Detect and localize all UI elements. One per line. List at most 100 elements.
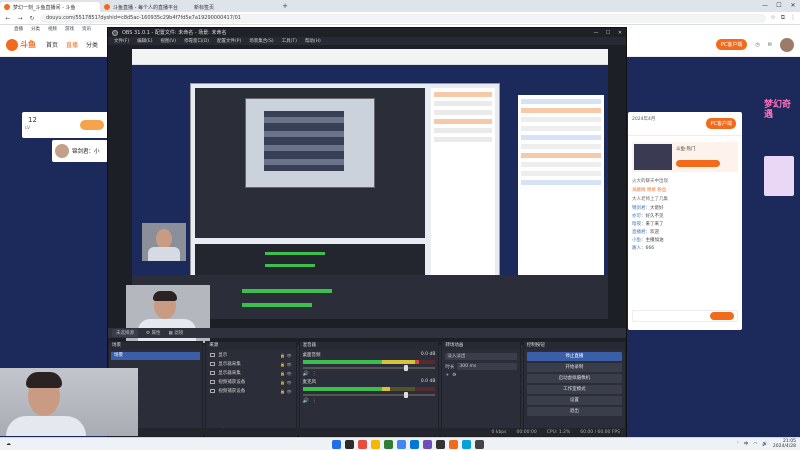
- mixer-volume-slider[interactable]: [302, 365, 436, 371]
- taskbar-app-icon[interactable]: [436, 440, 445, 449]
- more-icon[interactable]: ⋮: [312, 398, 317, 404]
- transition-duration-input[interactable]: 300 ms: [457, 363, 517, 370]
- taskbar-app-icon[interactable]: [449, 440, 458, 449]
- chat-user[interactable]: 小鱼: [632, 238, 641, 243]
- bookmark-item[interactable]: 资讯: [82, 26, 91, 32]
- eye-lock-icon[interactable]: 🔒 👁: [280, 389, 291, 394]
- source-item[interactable]: 显示 🔒 👁: [208, 351, 293, 359]
- taskbar-app-icon[interactable]: [371, 440, 380, 449]
- chat-send-button[interactable]: [710, 312, 734, 320]
- menu-help[interactable]: 帮助(H): [305, 38, 321, 44]
- volume-icon[interactable]: 🔊: [762, 442, 768, 447]
- chat-info-line[interactable]: 贡献榜 周榜 粉丝: [632, 187, 738, 193]
- source-item[interactable]: 显示器采集 🔒 👁: [208, 360, 293, 368]
- close-icon[interactable]: ✕: [786, 0, 800, 12]
- history-icon[interactable]: ◷: [755, 42, 759, 48]
- back-icon[interactable]: ←: [4, 15, 12, 22]
- close-icon[interactable]: ✕: [614, 30, 626, 36]
- taskbar-app-icon[interactable]: [475, 440, 484, 449]
- extensions-icon[interactable]: ⧉: [781, 14, 785, 22]
- side-promo-banner[interactable]: 梦幻奇遇: [762, 96, 798, 206]
- speaker-icon[interactable]: 🔊: [303, 371, 309, 377]
- taskbar-clock[interactable]: 21:05 2024/4/28: [773, 439, 796, 449]
- browser-tab[interactable]: 新标签页: [190, 2, 280, 12]
- taskbar-app-icon[interactable]: [410, 440, 419, 449]
- user-avatar[interactable]: [780, 37, 794, 52]
- start-virtual-camera-button[interactable]: 启动虚拟摄像机: [526, 374, 622, 383]
- eye-lock-icon[interactable]: 🔒 👁: [280, 362, 291, 367]
- menu-scene-collection[interactable]: 场景集合(S): [249, 38, 273, 44]
- wifi-icon[interactable]: ◠: [753, 442, 757, 447]
- menu-tools[interactable]: 工具(T): [282, 38, 297, 44]
- eye-lock-icon[interactable]: 🔒 👁: [280, 371, 291, 376]
- menu-file[interactable]: 文件(F): [114, 38, 129, 44]
- chat-user[interactable]: 锦剑君: [632, 206, 646, 211]
- taskbar-app-icon[interactable]: [345, 440, 354, 449]
- anchor-card[interactable]: 锦剑君：小: [52, 140, 108, 162]
- taskbar-app-icon[interactable]: [384, 440, 393, 449]
- follow-button[interactable]: [80, 120, 104, 130]
- bookmark-item[interactable]: 游戏: [65, 26, 74, 32]
- input-language[interactable]: 中: [744, 441, 749, 447]
- minimize-icon[interactable]: —: [590, 30, 602, 36]
- chat-user[interactable]: 暗夜: [632, 222, 641, 227]
- browser-tab[interactable]: 斗鱼直播 - 每个人的直播平台: [100, 2, 190, 12]
- menu-view[interactable]: 视图(V): [160, 38, 176, 44]
- taskbar-app-icon[interactable]: [462, 440, 471, 449]
- maximize-icon[interactable]: ☐: [602, 30, 614, 36]
- source-item[interactable]: 视频捕获设备 🔒 👁: [208, 387, 293, 395]
- properties-button[interactable]: ⚙ 属性: [146, 330, 160, 336]
- taskbar-app-icon[interactable]: [423, 440, 432, 449]
- scene-item[interactable]: 场景: [111, 352, 201, 360]
- exit-button[interactable]: 退出: [526, 407, 622, 416]
- promo-button[interactable]: [676, 160, 720, 167]
- eye-lock-icon[interactable]: 🔒 👁: [280, 380, 291, 385]
- source-item[interactable]: 显示器采集 🔒 👁: [208, 369, 293, 377]
- nav-live[interactable]: 直播: [66, 40, 78, 49]
- new-tab-icon[interactable]: +: [280, 2, 290, 10]
- nav-home[interactable]: 首页: [46, 40, 58, 49]
- mixer-volume-slider[interactable]: [302, 392, 436, 398]
- obs-preview[interactable]: [108, 45, 626, 345]
- taskbar-app-icon[interactable]: [397, 440, 406, 449]
- menu-docks[interactable]: 停靠窗口(D): [184, 38, 209, 44]
- add-icon[interactable]: +: [445, 373, 449, 378]
- stop-streaming-button[interactable]: 停止直播: [526, 352, 622, 361]
- menu-edit[interactable]: 编辑(E): [137, 38, 152, 44]
- minimize-icon[interactable]: —: [758, 0, 772, 12]
- source-item[interactable]: 视频捕获设备 🔒 👁: [208, 378, 293, 386]
- maximize-icon[interactable]: ☐: [772, 0, 786, 12]
- filters-button[interactable]: ▦ 滤镜: [168, 330, 183, 336]
- chat-user[interactable]: 路人: [632, 246, 641, 251]
- bookmark-item[interactable]: 分类: [31, 26, 40, 32]
- taskbar-app-icon[interactable]: [358, 440, 367, 449]
- bookmark-item[interactable]: 视频: [48, 26, 57, 32]
- chevron-up-icon[interactable]: ˄: [737, 442, 739, 447]
- mixer-slider-knob[interactable]: [404, 365, 409, 371]
- star-icon[interactable]: ☆: [770, 14, 775, 22]
- chat-user[interactable]: 直播君: [632, 230, 646, 235]
- chat-pc-button[interactable]: PC客户端: [706, 118, 736, 129]
- chat-user[interactable]: 亦可: [632, 214, 641, 219]
- menu-icon[interactable]: ⋮: [790, 14, 796, 22]
- reload-icon[interactable]: ↻: [28, 15, 36, 22]
- bookmark-item[interactable]: 直播: [14, 26, 23, 32]
- mixer-slider-knob[interactable]: [404, 392, 409, 398]
- more-icon[interactable]: ⋮: [312, 371, 317, 377]
- browser-tab-active[interactable]: 梦幻一刻_斗鱼直播间 - 斗鱼: [0, 2, 100, 12]
- eye-lock-icon[interactable]: 🔒 👁: [280, 353, 291, 358]
- pc-client-button[interactable]: PC客户端: [715, 39, 748, 50]
- widgets-icon[interactable]: ☁: [6, 441, 11, 447]
- url-input[interactable]: douyu.com/5517851?dyshid=c8d5ac-160935c2…: [40, 13, 767, 23]
- studio-mode-button[interactable]: 工作室模式: [526, 385, 622, 394]
- message-icon[interactable]: ✉: [768, 42, 772, 48]
- nav-category[interactable]: 分类: [86, 40, 98, 49]
- settings-button[interactable]: 设置: [526, 396, 622, 405]
- settings-icon[interactable]: ⚙: [452, 373, 456, 378]
- transition-type-select[interactable]: 淡入淡出: [445, 353, 517, 360]
- promo-card[interactable]: 斗鱼·热门: [632, 142, 738, 172]
- douyu-logo[interactable]: 斗鱼: [6, 38, 36, 51]
- speaker-icon[interactable]: 🔊: [303, 398, 309, 404]
- start-recording-button[interactable]: 开始录制: [526, 363, 622, 372]
- start-menu-icon[interactable]: [332, 440, 341, 449]
